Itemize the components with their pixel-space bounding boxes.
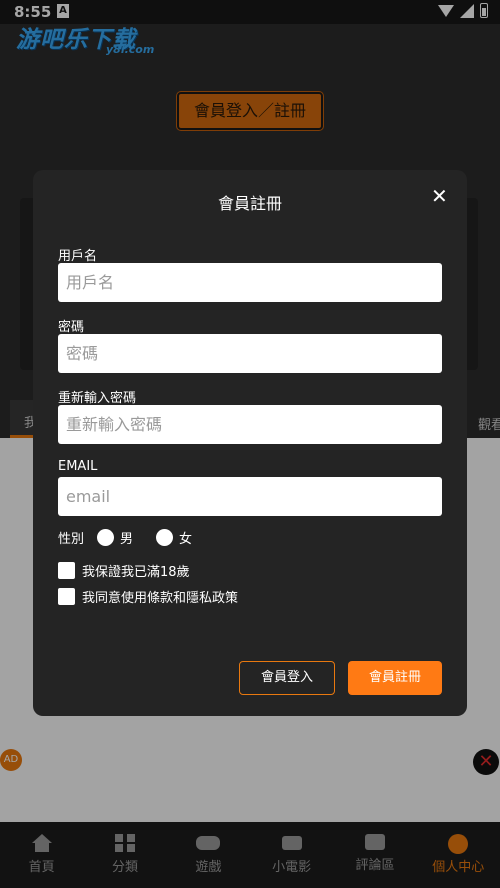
register-modal: 會員註冊 ✕ 用戶名 密碼 重新輸入密碼 EMAIL 性別 男 女 我保證我已滿… [33,170,467,716]
register-button[interactable]: 會員註冊 [348,661,442,695]
login-button[interactable]: 會員登入 [239,661,335,695]
terms-check-row: 我同意使用條款和隱私政策 [58,587,238,606]
username-input[interactable] [58,263,442,302]
age-checkbox[interactable] [58,562,75,579]
password-confirm-label: 重新輸入密碼 [58,391,137,406]
gender-female-label: 女 [179,532,193,547]
close-icon[interactable]: ✕ [431,186,448,206]
email-label: EMAIL [58,459,98,474]
username-label: 用戶名 [58,249,98,264]
password-confirm-input[interactable] [58,405,442,444]
modal-title: 會員註冊 [217,194,282,213]
age-check-row: 我保證我已滿18歲 [58,561,190,580]
gender-label: 性別 [58,532,85,547]
age-check-label: 我保證我已滿18歲 [82,565,190,580]
password-input[interactable] [58,334,442,373]
terms-checkbox[interactable] [58,588,75,605]
gender-female-radio[interactable] [156,529,174,546]
gender-male-label: 男 [120,532,134,547]
gender-row: 性別 男 女 [58,528,192,547]
terms-check-label: 我同意使用條款和隱私政策 [82,591,239,606]
gender-male-radio[interactable] [97,529,115,546]
email-input[interactable] [58,477,442,516]
password-label: 密碼 [58,320,85,335]
